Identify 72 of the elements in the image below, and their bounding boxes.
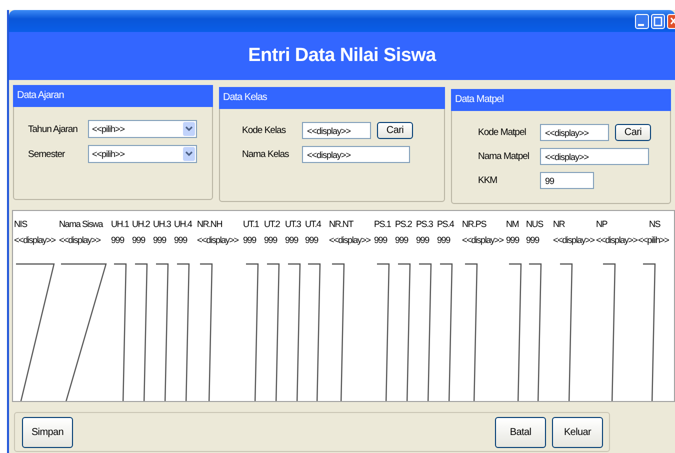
table-cell-text: 999	[243, 235, 256, 247]
column-header: PS.1	[374, 218, 391, 231]
column-header: UT.3	[285, 218, 301, 231]
column-header: NR.NH	[197, 218, 222, 231]
table-cell-text: 999	[506, 235, 519, 247]
column-header: UH.1	[111, 218, 129, 231]
table-cell-text: 999	[153, 235, 166, 247]
text-field[interactable]: <<display>>	[540, 148, 649, 165]
column-header: PS.3	[416, 218, 433, 231]
action-button[interactable]: Keluar	[552, 416, 603, 448]
table-cell-text: 999	[416, 235, 429, 247]
dropdown[interactable]: <<pilih>>	[88, 145, 197, 163]
column-header: NR.NT	[329, 218, 353, 231]
chevron-down-icon	[183, 147, 195, 161]
table-cell-text: 999	[264, 235, 277, 247]
close-icon[interactable]	[667, 14, 675, 28]
column-header: UH.3	[153, 218, 171, 231]
table-cell-text: <<display>>	[59, 235, 100, 247]
minimize-icon[interactable]	[635, 14, 649, 28]
table-cell-text: 999	[395, 235, 408, 247]
table-cell-text: 999	[437, 235, 450, 247]
column-header: NM	[506, 218, 519, 231]
chevron-down-icon	[183, 122, 195, 136]
field-label: Nama Kelas	[242, 149, 290, 160]
search-button[interactable]: Cari	[377, 122, 413, 139]
table-cell-text: 999	[374, 235, 387, 247]
window-title: Entri Data Nilai Siswa	[248, 45, 436, 67]
maximize-icon[interactable]	[651, 14, 665, 28]
table-cell-text: 999	[132, 235, 145, 247]
column-header: NS	[648, 218, 660, 231]
table-cell-text: 999	[305, 235, 318, 247]
column-header: NIS	[14, 218, 27, 231]
column-header: PS.4	[437, 218, 454, 231]
column-header: NP	[596, 218, 608, 231]
panel-header: Data Ajaran	[13, 85, 213, 107]
table-cell-text: 999	[174, 235, 187, 247]
table-cell-text: 999	[111, 235, 124, 247]
table-cell-text: <<display>>	[462, 235, 504, 247]
dropdown[interactable]: <<pilih>>	[88, 120, 197, 138]
column-header: NUS	[526, 218, 543, 231]
text-field[interactable]: 99	[540, 172, 594, 189]
table-cell-text: <<display>>	[553, 235, 594, 247]
panel-header: Data Kelas	[219, 87, 445, 109]
table-cell-text: <<display>>	[596, 235, 638, 247]
column-header: UH.4	[174, 218, 192, 231]
table-cell-text: <<display>>	[197, 235, 238, 247]
text-field[interactable]: <<display>>	[540, 124, 609, 141]
column-header: UT.4	[305, 218, 321, 231]
field-label: Kode Kelas	[242, 125, 287, 136]
column-header: PS.2	[395, 218, 412, 231]
table-cell-text: <<display>>	[329, 235, 370, 247]
text-field[interactable]: <<display>>	[302, 122, 371, 139]
search-button[interactable]: Cari	[615, 124, 651, 141]
column-header: UH.2	[132, 218, 150, 231]
field-label: Semester	[28, 148, 66, 160]
column-header: UT.1	[243, 218, 259, 231]
action-button[interactable]: Batal	[495, 416, 546, 448]
table-cell-text: <<display>>	[14, 235, 56, 247]
column-header: UT.2	[264, 218, 280, 231]
column-header: NR	[553, 218, 565, 231]
text-field[interactable]: <<display>>	[302, 146, 410, 163]
panel-header: Data Matpel	[451, 89, 671, 111]
field-label: Kode Matpel	[478, 127, 527, 138]
table-cell-text: 999	[526, 235, 539, 247]
table-cell-text: <<pilih>>	[638, 235, 669, 247]
field-label: KKM	[478, 175, 498, 186]
table-cell-text: 999	[285, 235, 298, 247]
field-label: Nama Matpel	[478, 151, 530, 162]
action-button[interactable]: Simpan	[22, 416, 73, 448]
column-header: NR.PS	[462, 218, 486, 231]
field-label: Tahun Ajaran	[28, 124, 78, 134]
column-header: Nama Siswa	[59, 218, 103, 231]
